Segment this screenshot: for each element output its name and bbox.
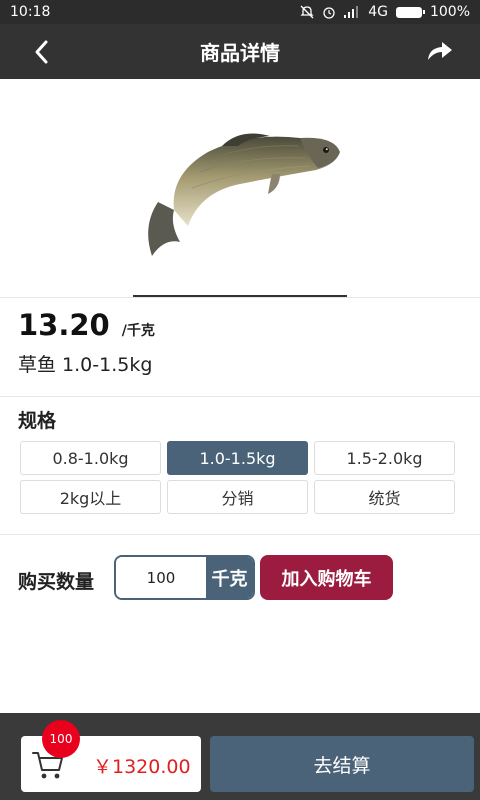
spec-option[interactable]: 2kg以上 xyxy=(20,480,161,514)
share-arrow-icon xyxy=(428,42,452,60)
price-unit: /千克 xyxy=(121,323,155,339)
product-image xyxy=(0,79,480,298)
page-title: 商品详情 xyxy=(200,41,280,65)
battery-percent: 100% xyxy=(429,4,470,20)
signal-icon xyxy=(344,6,359,18)
status-icons: 4G 100% xyxy=(300,4,470,20)
grass-carp-image xyxy=(148,133,340,256)
cart-total: ￥1320.00 xyxy=(93,756,191,778)
app-header: 商品详情 xyxy=(0,24,480,79)
divider xyxy=(0,297,480,298)
quantity-label: 购买数量 xyxy=(18,571,95,593)
spec-option[interactable]: 分销 xyxy=(167,480,308,514)
add-to-cart-button[interactable]: 加入购物车 xyxy=(260,555,393,600)
alarm-icon xyxy=(323,7,335,19)
quantity-stepper: 千克 xyxy=(114,555,255,600)
chevron-left-icon xyxy=(35,40,48,64)
cart-count-badge: 100 xyxy=(42,720,80,758)
status-time: 10:18 xyxy=(10,4,51,20)
battery-icon xyxy=(395,6,425,18)
spec-option[interactable]: 统货 xyxy=(314,480,455,514)
status-bar: 10:18 4G 100% xyxy=(0,0,480,24)
share-button[interactable] xyxy=(422,33,458,69)
checkout-button[interactable]: 去结算 xyxy=(210,736,474,792)
divider xyxy=(0,396,480,397)
spec-options: 0.8-1.0kg 1.0-1.5kg 1.5-2.0kg 2kg以上 分销 统货 xyxy=(20,441,456,514)
network-type: 4G xyxy=(368,4,388,20)
quantity-input[interactable] xyxy=(116,557,206,598)
back-button[interactable] xyxy=(24,34,60,70)
product-name: 草鱼 1.0-1.5kg xyxy=(18,354,153,376)
product-price: 13.20 xyxy=(18,308,110,342)
spec-option[interactable]: 1.0-1.5kg xyxy=(167,441,308,475)
price-row: 13.20 /千克 xyxy=(18,308,155,342)
spec-title: 规格 xyxy=(18,410,57,432)
spec-option[interactable]: 0.8-1.0kg xyxy=(20,441,161,475)
spec-option[interactable]: 1.5-2.0kg xyxy=(314,441,455,475)
quantity-unit: 千克 xyxy=(206,557,253,598)
divider xyxy=(0,534,480,535)
mute-icon xyxy=(300,5,314,19)
